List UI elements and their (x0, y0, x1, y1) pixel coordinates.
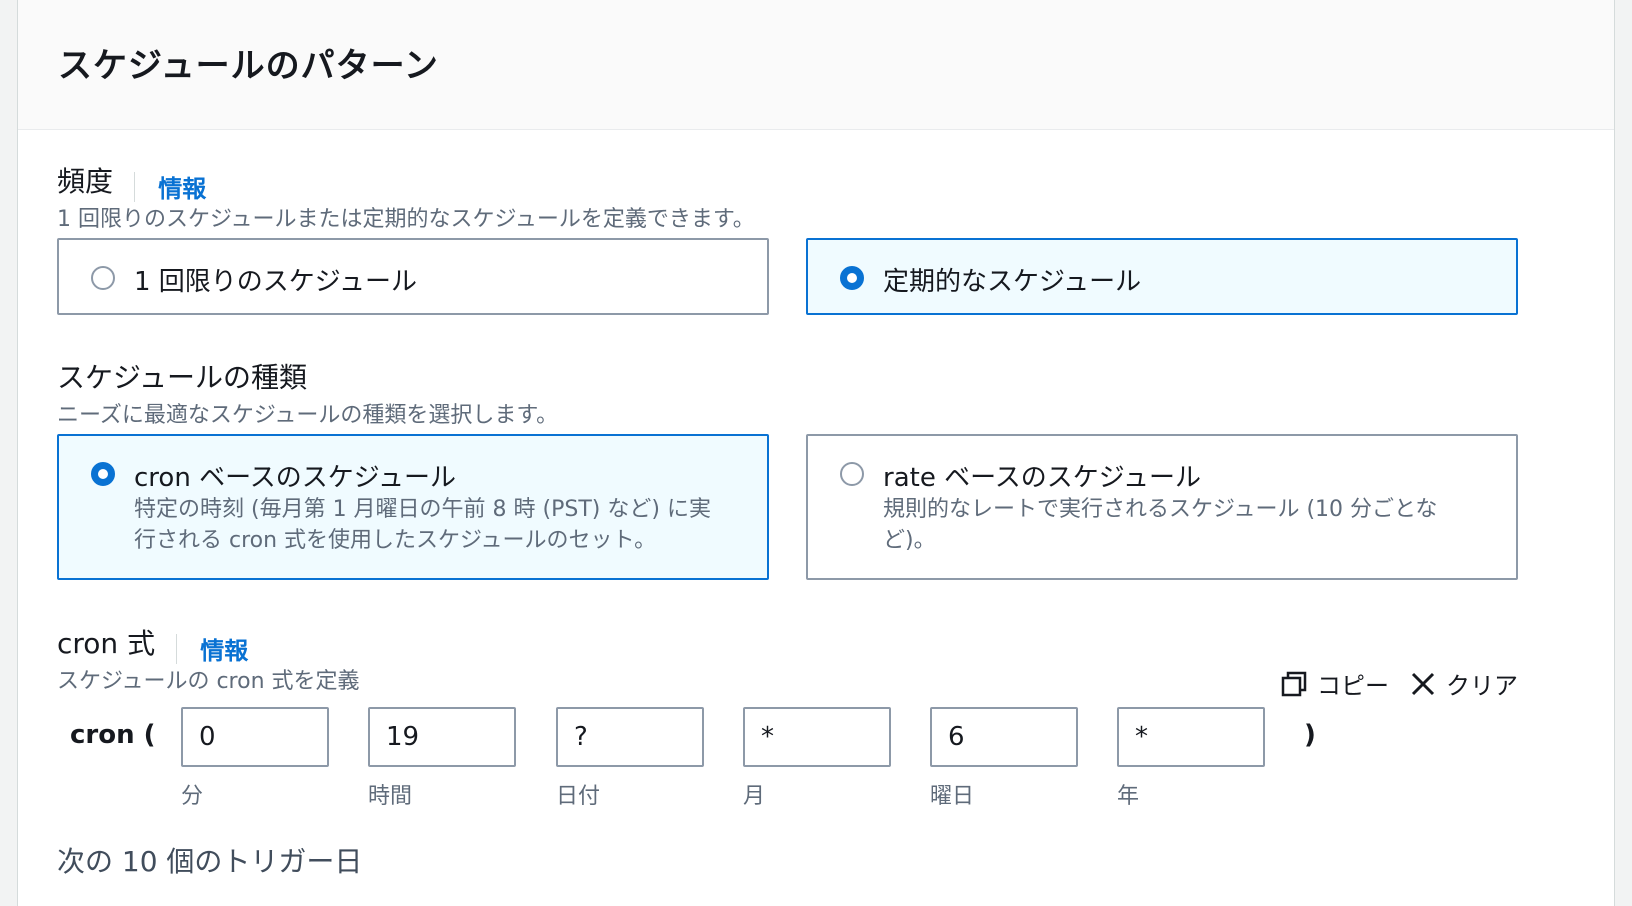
cron-label: cron 式 (57, 627, 156, 660)
cron-hour-caption: 時間 (368, 784, 413, 809)
cron-label-row: cron 式 情報 (57, 622, 248, 666)
cron-day-of-month-input[interactable] (556, 707, 704, 767)
cron-month-caption: 月 (743, 784, 766, 809)
clear-label: クリア (1446, 672, 1518, 700)
frequency-label: 頻度 (57, 165, 114, 198)
radio-one-time[interactable] (91, 266, 115, 290)
copy-button[interactable]: コピー (1281, 666, 1389, 701)
cron-info-link[interactable]: 情報 (200, 637, 248, 665)
option-recurring-schedule[interactable]: 定期的なスケジュール (806, 238, 1518, 315)
option-description-line1: 規則的なレートで実行されるスケジュール (10 分ごとな (883, 497, 1438, 522)
cron-year-input[interactable] (1117, 707, 1265, 767)
divider (176, 633, 178, 664)
option-description-line2: 行される cron 式を使用したスケジュールのセット。 (134, 528, 657, 553)
divider (134, 171, 136, 202)
clear-button[interactable]: クリア (1410, 666, 1518, 701)
radio-rate[interactable] (840, 462, 864, 486)
schedule-pattern-panel: スケジュールのパターン 頻度 情報 1 回限りのスケジュールまたは定期的なスケジ… (17, 0, 1615, 906)
cron-hour-input[interactable] (368, 707, 516, 767)
option-rate-schedule[interactable]: rate ベースのスケジュール 規則的なレートで実行されるスケジュール (10 … (806, 434, 1518, 580)
frequency-info-link[interactable]: 情報 (158, 175, 206, 203)
copy-icon (1281, 671, 1307, 696)
panel-header: スケジュールのパターン (18, 0, 1614, 130)
close-icon (1411, 672, 1435, 695)
radio-cron[interactable] (91, 462, 115, 486)
frequency-label-row: 頻度 情報 (57, 160, 206, 204)
option-description-line1: 特定の時刻 (毎月第 1 月曜日の午前 8 時 (PST) など) に実 (134, 497, 711, 522)
option-label: 定期的なスケジュール (883, 267, 1142, 297)
cron-prefix: cron ( (70, 720, 156, 750)
frequency-description: 1 回限りのスケジュールまたは定期的なスケジュールを定義できます。 (57, 207, 755, 232)
option-label: 1 回限りのスケジュール (134, 267, 417, 297)
cron-day-of-week-input[interactable] (930, 707, 1078, 767)
cron-description: スケジュールの cron 式を定義 (57, 669, 360, 694)
page-title: スケジュールのパターン (58, 46, 439, 86)
cron-suffix: ) (1304, 720, 1316, 750)
option-description-line2: ど)。 (883, 528, 936, 553)
schedule-type-description: ニーズに最適なスケジュールの種類を選択します。 (57, 403, 559, 428)
cron-minute-caption: 分 (181, 784, 204, 809)
option-one-time-schedule[interactable]: 1 回限りのスケジュール (57, 238, 769, 315)
option-label: rate ベースのスケジュール (883, 463, 1201, 493)
cron-day-of-week-caption: 曜日 (930, 784, 975, 809)
cron-day-of-month-caption: 日付 (556, 784, 601, 809)
cron-minute-input[interactable] (181, 707, 329, 767)
cron-month-input[interactable] (743, 707, 891, 767)
cron-year-caption: 年 (1117, 784, 1140, 809)
next-triggers-label: 次の 10 個のトリガー日 (57, 845, 363, 878)
option-label: cron ベースのスケジュール (134, 463, 456, 493)
copy-label: コピー (1317, 672, 1389, 700)
schedule-type-label: スケジュールの種類 (57, 361, 308, 394)
radio-recurring[interactable] (840, 266, 864, 290)
option-cron-schedule[interactable]: cron ベースのスケジュール 特定の時刻 (毎月第 1 月曜日の午前 8 時 … (57, 434, 769, 580)
